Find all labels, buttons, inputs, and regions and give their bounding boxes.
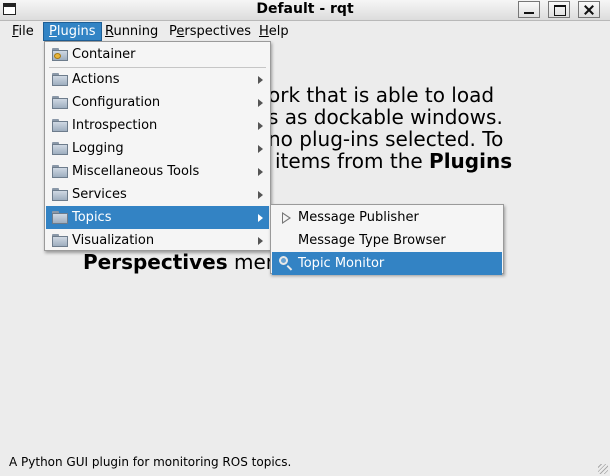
menu-help-label: elp xyxy=(268,24,289,39)
menu-item-container[interactable]: Container xyxy=(46,43,269,66)
menu-perspectives-label: rspectives xyxy=(184,24,252,39)
menu-item-label: Configuration xyxy=(72,95,161,110)
welcome-line-4: items from the Plugins xyxy=(275,149,512,173)
status-bar-text: A Python GUI plugin for monitoring ROS t… xyxy=(9,455,292,469)
submenu-arrow-icon xyxy=(258,214,263,222)
menu-plugins-label: lugins xyxy=(56,24,96,39)
submenu-arrow-icon xyxy=(258,122,263,130)
menu-file[interactable]: File xyxy=(7,22,39,41)
menu-item-label: Visualization xyxy=(72,233,155,248)
welcome-line-2: s as dockable windows. xyxy=(268,105,503,129)
menu-item-message-type-browser[interactable]: Message Type Browser xyxy=(272,229,502,252)
welcome-line-1: ork that is able to load xyxy=(268,83,495,107)
folder-icon xyxy=(52,48,68,61)
menu-running[interactable]: Running xyxy=(100,22,163,41)
folder-icon xyxy=(52,234,68,247)
menu-plugins-mnemonic: P xyxy=(49,24,57,39)
folder-icon xyxy=(52,211,68,224)
menu-item-label: Message Type Browser xyxy=(298,233,446,248)
menu-item-label: Actions xyxy=(72,72,120,87)
plugins-menu: Container Actions Configuration Introspe… xyxy=(44,41,271,251)
menu-bar: File Plugins Running Perspectives Help xyxy=(0,21,610,42)
submenu-arrow-icon xyxy=(258,168,263,176)
menu-item-actions[interactable]: Actions xyxy=(46,68,269,91)
submenu-arrow-icon xyxy=(258,145,263,153)
welcome-line-4-text: items from the xyxy=(275,149,430,173)
menu-item-services[interactable]: Services xyxy=(46,183,269,206)
minimize-button[interactable] xyxy=(518,1,540,18)
folder-icon xyxy=(52,142,68,155)
menu-running-label: unning xyxy=(113,24,159,39)
menu-perspectives[interactable]: Perspectives xyxy=(164,22,256,41)
topics-submenu: Message Publisher Message Type Browser T… xyxy=(270,204,504,275)
menu-item-topics[interactable]: Topics xyxy=(46,206,269,229)
magnifier-icon xyxy=(279,256,288,265)
menu-item-message-publisher[interactable]: Message Publisher xyxy=(272,206,502,229)
menu-item-label: Topics xyxy=(72,210,112,225)
welcome-plugins-bold: Plugins xyxy=(429,149,513,173)
menu-item-label: Introspection xyxy=(72,118,158,133)
submenu-arrow-icon xyxy=(258,237,263,245)
submenu-arrow-icon xyxy=(258,76,263,84)
folder-icon xyxy=(52,73,68,86)
submenu-arrow-icon xyxy=(258,99,263,107)
submenu-arrow-icon xyxy=(258,191,263,199)
folder-icon xyxy=(52,165,68,178)
folder-icon xyxy=(52,188,68,201)
resize-grip[interactable] xyxy=(598,464,608,474)
play-icon xyxy=(282,212,291,224)
menu-item-label: Services xyxy=(72,187,127,202)
menu-file-label: ile xyxy=(18,24,34,39)
close-button[interactable] xyxy=(578,1,600,18)
menu-plugins[interactable]: Plugins xyxy=(43,22,102,41)
menu-help-mnemonic: H xyxy=(259,24,269,39)
welcome-line-5: Perspectives men xyxy=(83,250,278,274)
title-bar: Default - rqt xyxy=(0,0,610,21)
menu-item-configuration[interactable]: Configuration xyxy=(46,91,269,114)
menu-item-miscellaneous-tools[interactable]: Miscellaneous Tools xyxy=(46,160,269,183)
menu-item-topic-monitor[interactable]: Topic Monitor xyxy=(272,252,502,275)
welcome-line-3: no plug-ins selected. To xyxy=(268,127,504,151)
menu-item-logging[interactable]: Logging xyxy=(46,137,269,160)
gear-icon xyxy=(54,53,61,59)
welcome-perspectives-bold: Perspectives xyxy=(83,250,228,274)
menu-item-label: Topic Monitor xyxy=(298,256,385,271)
menu-item-label: Message Publisher xyxy=(298,210,419,225)
maximize-button[interactable] xyxy=(548,1,570,18)
menu-item-label: Logging xyxy=(72,141,124,156)
folder-icon xyxy=(52,119,68,132)
folder-icon xyxy=(52,96,68,109)
menu-item-label: Miscellaneous Tools xyxy=(72,164,200,179)
menu-item-label: Container xyxy=(72,47,136,62)
menu-help[interactable]: Help xyxy=(254,22,294,41)
menu-item-introspection[interactable]: Introspection xyxy=(46,114,269,137)
menu-item-visualization[interactable]: Visualization xyxy=(46,229,269,252)
